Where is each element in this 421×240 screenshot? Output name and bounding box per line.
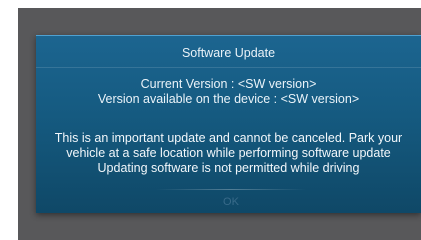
current-version-text: Current Version : <SW version> [140,77,317,91]
software-update-dialog: Software Update Current Version : <SW ve… [36,35,421,213]
message-line: This is an important update and cannot b… [54,131,403,145]
screen-background: Software Update Current Version : <SW ve… [18,8,421,240]
dialog-title: Software Update [181,46,276,60]
version-info: Current Version : <SW version> Version a… [36,77,421,107]
button-divider [156,189,306,190]
update-message: This is an important update and cannot b… [36,131,421,176]
ok-button[interactable]: OK [196,194,266,210]
message-line: vehicle at a safe location while perform… [66,146,391,160]
message-line: Updating software is not permitted while… [97,161,360,175]
available-version-text: Version available on the device : <SW ve… [97,92,360,106]
title-divider [36,67,421,68]
